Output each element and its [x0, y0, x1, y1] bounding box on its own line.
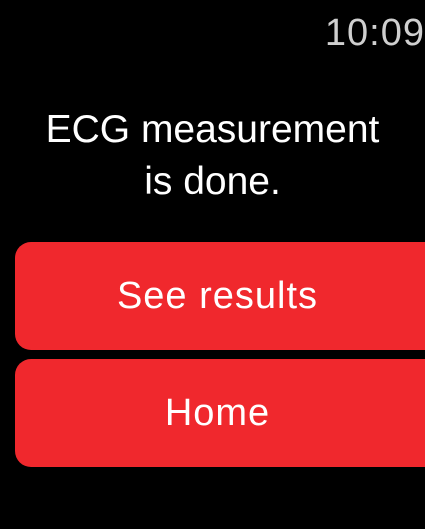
see-results-button[interactable]: See results [15, 242, 425, 350]
watch-screen: 10:09 ECG measurement is done. See resul… [0, 0, 425, 529]
completion-message: ECG measurement is done. [0, 104, 425, 208]
message-line-2: is done. [144, 160, 281, 203]
home-button[interactable]: Home [15, 359, 425, 467]
home-label: Home [164, 391, 271, 434]
status-time: 10:09 [324, 12, 425, 54]
see-results-label: See results [116, 274, 319, 317]
message-line-1: ECG measurement [45, 108, 380, 151]
